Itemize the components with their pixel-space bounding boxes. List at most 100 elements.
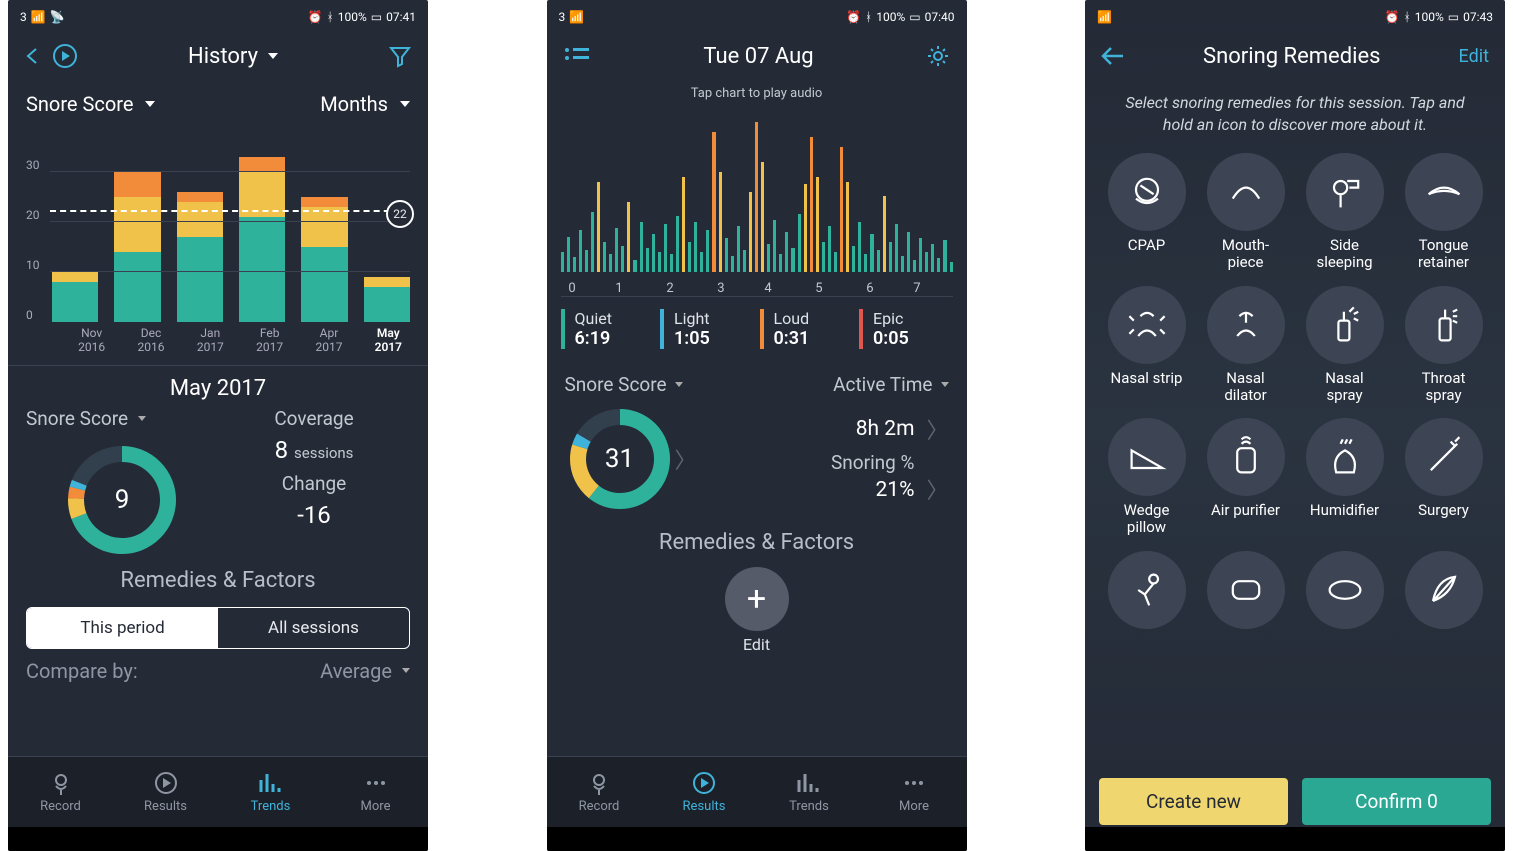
- left-metric-label: Snore Score: [26, 407, 128, 430]
- nasal-strip-icon: [1125, 303, 1169, 347]
- compare-selector[interactable]: Average: [320, 659, 410, 683]
- back-arrow-icon[interactable]: [1101, 46, 1125, 66]
- feather-icon: [1422, 568, 1466, 612]
- toggle-all-sessions[interactable]: All sessions: [218, 608, 409, 648]
- nav-results[interactable]: Results: [113, 757, 218, 827]
- compare-value: Average: [320, 659, 392, 683]
- active-time-label: Active Time: [833, 373, 932, 396]
- xlabel: Apr 2017: [307, 326, 350, 355]
- metric-selector[interactable]: Snore Score: [26, 92, 155, 116]
- compare-by-label: Compare by:: [26, 659, 138, 683]
- donut-value: 31: [565, 404, 675, 514]
- page-title: History: [188, 44, 258, 69]
- remedy-surgery[interactable]: Surgery: [1398, 418, 1489, 537]
- score-detail-arrow[interactable]: 〉: [675, 443, 697, 475]
- snoring-detail-arrow[interactable]: 〉: [926, 473, 948, 505]
- remedy-grid: CPAP Mouth-piece Sidesleeping Tonguereta…: [1085, 135, 1505, 669]
- settings-gear-icon[interactable]: [926, 44, 950, 68]
- range-selector[interactable]: Months: [320, 92, 410, 116]
- active-time-selector[interactable]: Active Time: [833, 373, 948, 396]
- nav-results[interactable]: Results: [652, 757, 757, 827]
- remedy-item[interactable]: [1101, 551, 1192, 669]
- remedy-nasal-strip[interactable]: Nasal strip: [1101, 286, 1192, 405]
- page-title: Snoring Remedies: [1203, 44, 1380, 69]
- waveform-chart[interactable]: Tap chart to play audio 0 1 2 3 4: [561, 82, 953, 297]
- active-detail-arrow[interactable]: 〉: [926, 413, 948, 445]
- remedy-throat-spray[interactable]: Throatspray: [1398, 286, 1489, 405]
- battery-icon: ▭: [909, 10, 920, 24]
- nav-more[interactable]: More: [862, 757, 967, 827]
- remedy-nasal-spray[interactable]: Nasalspray: [1299, 286, 1390, 405]
- bar-dec16[interactable]: [114, 172, 160, 322]
- xtick: 5: [815, 281, 822, 296]
- nav-record[interactable]: Record: [8, 757, 113, 827]
- humidifier-icon: [1323, 435, 1367, 479]
- remedy-label: Sidesleeping: [1316, 237, 1372, 272]
- snore-score-donut: 9: [62, 440, 182, 560]
- battery-icon: ▭: [371, 10, 382, 24]
- snoring-label: Snoring %: [831, 451, 914, 474]
- remedy-tongue-retainer[interactable]: Tongueretainer: [1398, 153, 1489, 272]
- bar-may17[interactable]: [364, 277, 410, 322]
- nav-record-label: Record: [40, 799, 81, 814]
- score-selector[interactable]: Snore Score: [565, 373, 683, 396]
- snoring-value: 21%: [697, 478, 915, 502]
- remedy-item[interactable]: [1200, 551, 1291, 669]
- history-bar-chart[interactable]: 0 10 20 30 22: [26, 122, 410, 322]
- remedy-air-purifier[interactable]: Air purifier: [1200, 418, 1291, 537]
- period-toggle[interactable]: This period All sessions: [26, 607, 410, 649]
- remedy-side-sleeping[interactable]: Sidesleeping: [1299, 153, 1390, 272]
- side-sleeping-icon: [1323, 170, 1367, 214]
- toggle-this-period[interactable]: This period: [27, 608, 218, 648]
- nav-more[interactable]: More: [323, 757, 428, 827]
- nasal-spray-icon: [1323, 303, 1367, 347]
- bar-feb17[interactable]: [239, 157, 285, 322]
- remedy-wedge-pillow[interactable]: Wedgepillow: [1101, 418, 1192, 537]
- carrier-label: 3: [20, 10, 27, 24]
- carrier-label: 3: [559, 10, 566, 24]
- play-circle-icon[interactable]: [52, 43, 78, 69]
- bar-nov16[interactable]: [52, 272, 98, 322]
- xtick: 2: [666, 281, 673, 296]
- surgery-icon: [1422, 435, 1466, 479]
- status-bar: 📶 ⏰ ᚼ100% ▭ 07:43: [1085, 0, 1505, 30]
- remedy-humidifier[interactable]: Humidifier: [1299, 418, 1390, 537]
- remedy-item[interactable]: [1299, 551, 1390, 669]
- donut-value: 9: [62, 440, 182, 560]
- nav-results-label: Results: [683, 799, 726, 814]
- remedy-label: Humidifier: [1310, 502, 1379, 536]
- confirm-button[interactable]: Confirm 0: [1302, 778, 1491, 825]
- legend-epic: Epic0:05: [859, 309, 953, 349]
- nav-trends[interactable]: Trends: [757, 757, 862, 827]
- signal-icon: 📶: [569, 10, 584, 24]
- nav-trends[interactable]: Trends: [218, 757, 323, 827]
- title-dropdown[interactable]: History: [188, 44, 278, 69]
- xtick: 4: [764, 281, 771, 296]
- xlabel: Nov 2016: [70, 326, 113, 355]
- chart-hint: Tap chart to play audio: [561, 86, 953, 101]
- change-title: Change: [218, 472, 410, 495]
- status-bar: 3 📶 📡 ⏰ ᚼ100% ▭ 07:41: [8, 0, 428, 30]
- add-remedy-button[interactable]: +: [725, 567, 789, 631]
- nav-record[interactable]: Record: [547, 757, 652, 827]
- avg-badge: 22: [386, 200, 414, 228]
- create-new-button[interactable]: Create new: [1099, 778, 1288, 825]
- remedy-nasal-dilator[interactable]: Nasaldilator: [1200, 286, 1291, 405]
- filter-icon[interactable]: [388, 44, 412, 68]
- bar-apr17[interactable]: [301, 197, 347, 322]
- remedies-title: Remedies & Factors: [547, 530, 967, 555]
- nasal-dilator-icon: [1224, 303, 1268, 347]
- edit-button[interactable]: Edit: [1459, 46, 1489, 67]
- status-bar: 3 📶 ⏰ ᚼ100% ▭ 07:40: [547, 0, 967, 30]
- remedy-item[interactable]: [1398, 551, 1489, 669]
- score-donut: 31: [565, 404, 675, 514]
- back-icon[interactable]: [24, 47, 42, 65]
- remedy-label: Mouth-piece: [1222, 237, 1269, 272]
- edit-label[interactable]: Edit: [547, 635, 967, 654]
- menu-list-icon[interactable]: [563, 46, 591, 66]
- remedy-label: Nasaldilator: [1224, 370, 1266, 405]
- left-metric-selector[interactable]: Snore Score: [26, 407, 218, 430]
- remedy-mouthpiece[interactable]: Mouth-piece: [1200, 153, 1291, 272]
- exercise-icon: [1125, 568, 1169, 612]
- remedy-cpap[interactable]: CPAP: [1101, 153, 1192, 272]
